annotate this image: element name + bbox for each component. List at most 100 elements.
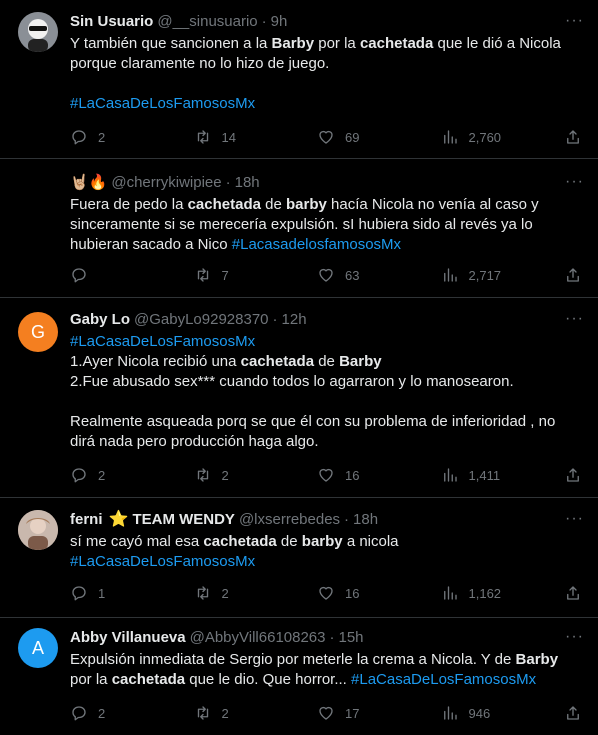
hashtag-link[interactable]: #LaCasaDeLosFamososMx	[70, 95, 255, 112]
text-line: dirá nada pero producción haga algo.	[70, 433, 319, 450]
share-icon	[567, 706, 579, 720]
retweet-count: 2	[221, 705, 229, 721]
text-segment: por la	[70, 671, 112, 688]
reply-icon	[72, 130, 86, 145]
author-handle[interactable]: @lxserrebedes	[239, 510, 340, 530]
text-segment: que le dio. Que horror...	[185, 671, 352, 688]
hashtag-link[interactable]: #LacasadelosfamososMx	[232, 236, 401, 253]
more-icon[interactable]: ···	[565, 510, 584, 528]
like-button[interactable]: 63	[317, 266, 421, 284]
timestamp[interactable]: 9h	[271, 12, 288, 32]
avatar[interactable]	[18, 510, 58, 550]
hashtag-link[interactable]: #LaCasaDeLosFamososMx	[70, 333, 255, 350]
like-button[interactable]: 16	[317, 466, 421, 484]
view-count: 946	[468, 705, 491, 721]
reply-button[interactable]: 2	[70, 704, 174, 722]
share-button[interactable]	[564, 266, 584, 284]
like-button[interactable]: 16	[317, 584, 421, 602]
avatar[interactable]: A	[18, 628, 58, 668]
text-segment: Fuera de pedo la	[70, 196, 188, 213]
like-count: 69	[345, 129, 360, 145]
retweet-icon	[197, 468, 208, 482]
avatar-letter: A	[31, 637, 44, 658]
more-icon[interactable]: ···	[565, 310, 584, 328]
text-segment: Expulsión inmediata de Sergio por meterl…	[70, 651, 516, 668]
share-button[interactable]	[564, 584, 584, 602]
author-name[interactable]: 🤘🏼🔥	[70, 173, 107, 193]
reply-button[interactable]: 2	[70, 128, 174, 146]
author-handle[interactable]: @AbbyVill66108263	[190, 628, 326, 648]
like-count: 63	[345, 267, 360, 283]
author-name[interactable]: Gaby Lo	[70, 310, 130, 330]
author-handle[interactable]: @GabyLo92928370	[134, 310, 269, 330]
tweet[interactable]: G Gaby Lo @GabyLo92928370 · 12h #LaCasaD…	[0, 298, 598, 498]
tweet-text: Expulsión inmediata de Sergio por meterl…	[70, 650, 584, 690]
tweet[interactable]: 🤘🏼🔥 @cherrykiwipiee · 18h Fuera de pedo …	[0, 159, 598, 298]
reply-count: 2	[98, 705, 106, 721]
reply-button[interactable]	[70, 266, 174, 284]
retweet-button[interactable]: 2	[194, 466, 298, 484]
views-button[interactable]: 2,760	[441, 128, 545, 146]
text-segment: que le dió a Nicola	[433, 35, 561, 52]
view-count: 2,760	[468, 129, 502, 145]
share-icon	[567, 130, 579, 144]
like-button[interactable]: 17	[317, 704, 421, 722]
share-icon	[567, 586, 579, 600]
avatar-image	[18, 510, 58, 550]
retweet-count: 7	[221, 267, 229, 283]
views-button[interactable]: 946	[441, 704, 545, 722]
text-bold: cachetada	[240, 353, 315, 370]
retweet-button[interactable]: 7	[194, 266, 298, 284]
separator: ·	[329, 629, 335, 646]
text-segment: hubieran sacado a Nico	[70, 236, 232, 253]
more-icon[interactable]: ···	[565, 628, 584, 646]
author-team[interactable]: TEAM WENDY	[132, 510, 235, 530]
retweet-icon	[197, 586, 208, 600]
text-bold: barby	[301, 533, 343, 550]
text-segment: hacía Nicola no venía al caso y	[326, 196, 539, 213]
like-count: 16	[345, 467, 360, 483]
like-button[interactable]: 69	[317, 128, 421, 146]
timestamp[interactable]: 18h	[235, 173, 260, 193]
hashtag-link[interactable]: #LaCasaDeLosFamososMx	[70, 553, 255, 570]
views-button[interactable]: 1,411	[441, 466, 545, 484]
tweet[interactable]: Sin Usuario @__sinusuario · 9h Y también…	[0, 0, 598, 159]
like-icon	[319, 468, 333, 482]
timestamp[interactable]: 18h	[353, 510, 378, 530]
timestamp[interactable]: 12h	[282, 310, 307, 330]
separator: ·	[272, 311, 278, 328]
retweet-button[interactable]: 2	[194, 704, 298, 722]
views-button[interactable]: 2,717	[441, 266, 545, 284]
hashtag-link[interactable]: #LaCasaDeLosFamososMx	[351, 671, 536, 688]
retweet-button[interactable]: 2	[194, 584, 298, 602]
reply-button[interactable]: 2	[70, 466, 174, 484]
reply-button[interactable]: 1	[70, 584, 174, 602]
tweet[interactable]: A Abby Villanueva @AbbyVill66108263 · 15…	[0, 618, 598, 735]
views-button[interactable]: 1,162	[441, 584, 545, 602]
tweet-header: Abby Villanueva @AbbyVill66108263 · 15h	[70, 628, 584, 648]
share-button[interactable]	[564, 704, 584, 722]
more-icon[interactable]: ···	[565, 12, 584, 30]
author-handle[interactable]: @cherrykiwipiee	[111, 173, 221, 193]
tweet-actions: 1 2 16 1,162	[70, 583, 584, 603]
separator: ·	[225, 174, 231, 191]
share-icon	[567, 268, 579, 282]
like-icon	[319, 268, 333, 282]
avatar[interactable]	[18, 12, 58, 52]
share-button[interactable]	[564, 466, 584, 484]
tweet[interactable]: ferni ⭐ TEAM WENDY @lxserrebedes · 18h s…	[0, 498, 598, 618]
timestamp[interactable]: 15h	[339, 628, 364, 648]
tweet-text: #LaCasaDeLosFamososMx 1.Ayer Nicola reci…	[70, 332, 584, 452]
more-icon[interactable]: ···	[565, 173, 584, 191]
author-name[interactable]: Abby Villanueva	[70, 628, 186, 648]
text-bold: Barby	[271, 35, 315, 52]
avatar[interactable]: G	[18, 312, 58, 352]
author-handle[interactable]: @__sinusuario	[157, 12, 257, 32]
share-button[interactable]	[564, 128, 584, 146]
author-name[interactable]: ferni	[70, 510, 103, 530]
text-bold: cachetada	[187, 196, 261, 213]
text-line: porque claramente no lo hizo de juego.	[70, 55, 330, 72]
retweet-button[interactable]: 14	[194, 128, 298, 146]
author-name[interactable]: Sin Usuario	[70, 12, 153, 32]
tweet-header: Sin Usuario @__sinusuario · 9h	[70, 12, 584, 32]
